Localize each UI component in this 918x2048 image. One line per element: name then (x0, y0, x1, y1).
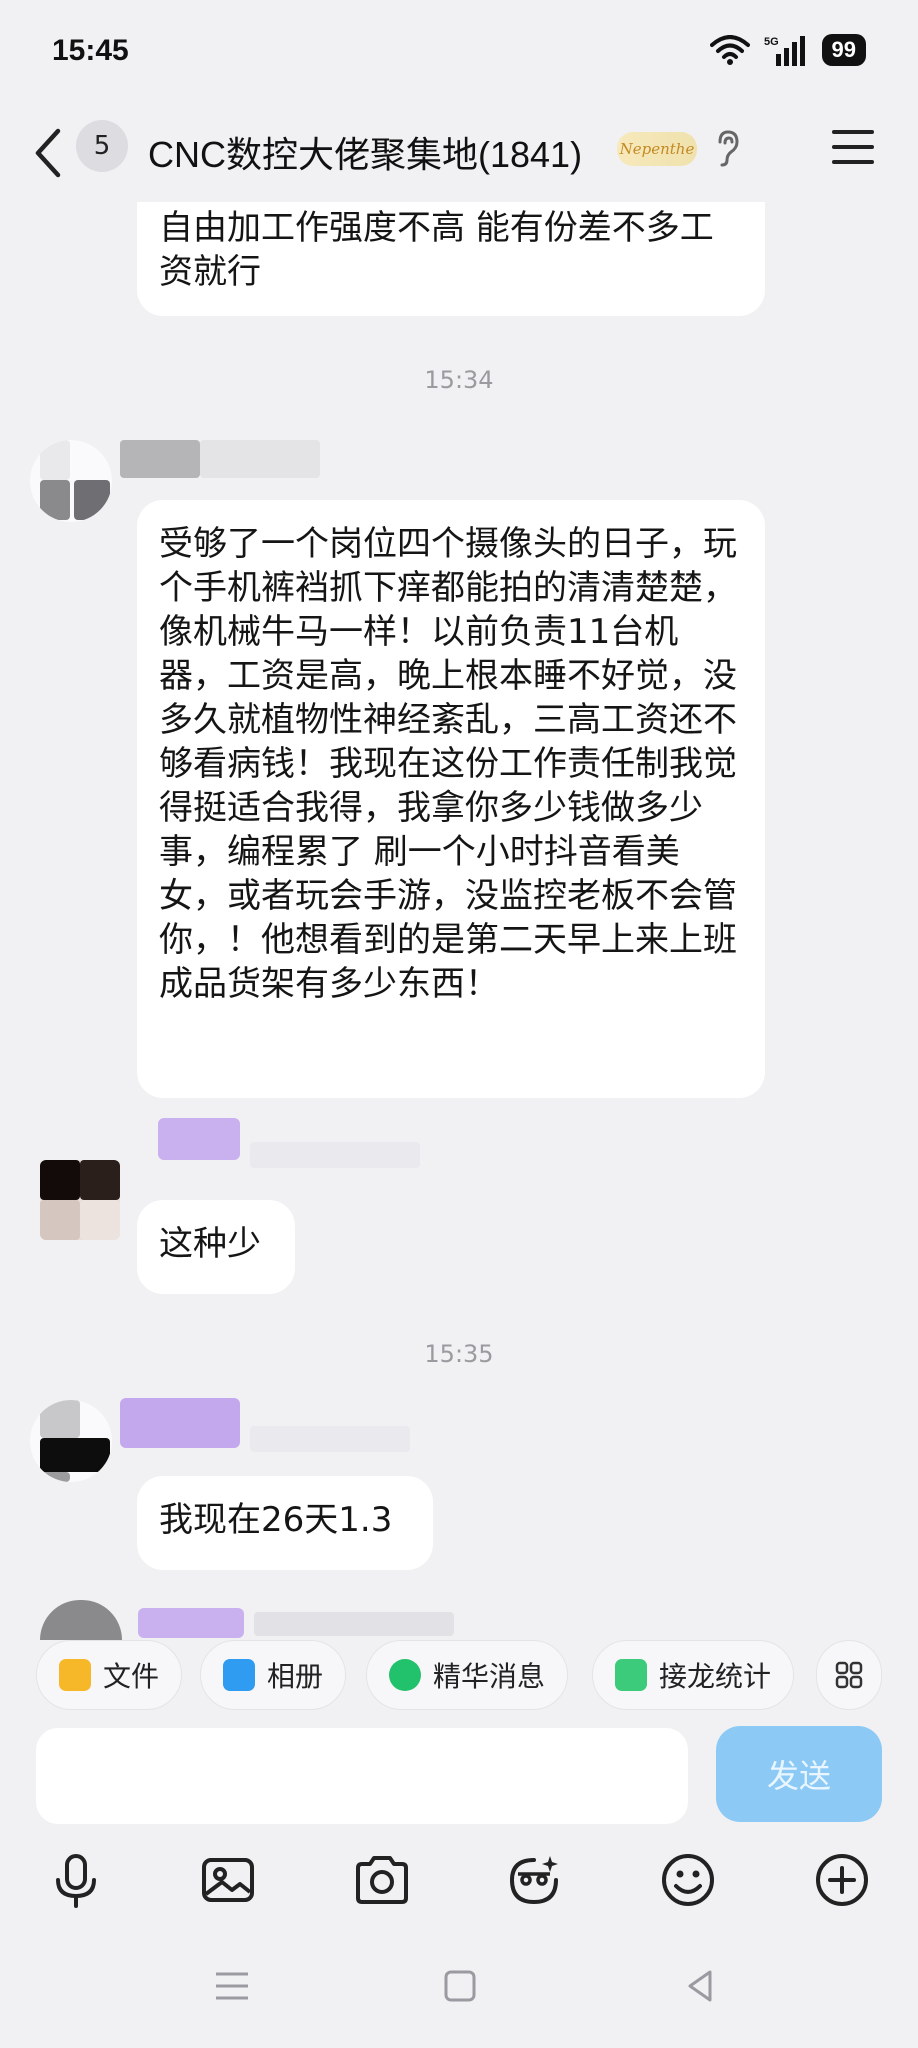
chip-label: 相册 (267, 1660, 324, 1693)
message-text: 这种少 (159, 1224, 261, 1264)
sender-name-blurred (250, 1142, 420, 1168)
relay-stats-icon (615, 1659, 647, 1691)
nepenthe-badge: Nepenthe (617, 132, 697, 166)
status-bar: 15:45 5G 99 (0, 0, 918, 105)
highlights-chip[interactable]: 精华消息 (366, 1640, 569, 1710)
menu-icon[interactable] (832, 128, 874, 166)
timestamp: 15:34 (424, 366, 494, 394)
unread-count-badge[interactable]: 5 (76, 120, 128, 172)
sender-name-blurred (254, 1612, 454, 1636)
star-icon (389, 1659, 421, 1691)
avatar[interactable] (30, 440, 112, 522)
battery-indicator: 99 (821, 34, 866, 66)
sticker-face-icon[interactable] (504, 1850, 564, 1910)
sender-name-blurred (120, 1398, 240, 1448)
message-bubble: 这种少 (137, 1200, 295, 1294)
nav-menu-icon[interactable] (214, 1968, 250, 2004)
message-input[interactable] (36, 1728, 688, 1824)
chip-label: 文件 (103, 1660, 160, 1693)
send-button[interactable]: 发送 (716, 1726, 882, 1822)
folder-icon (59, 1659, 91, 1691)
avatar[interactable] (40, 1600, 122, 1640)
svg-text:5G: 5G (764, 36, 779, 48)
sender-name-blurred (120, 440, 200, 478)
chip-label: 接龙统计 (659, 1660, 772, 1693)
group-title[interactable]: CNC数控大佬聚集地(1841) (148, 126, 582, 178)
avatar[interactable] (40, 1160, 120, 1240)
wifi-icon (709, 35, 750, 65)
plus-icon[interactable] (812, 1850, 872, 1910)
image-icon (223, 1659, 255, 1691)
message-bubble: 自由加工作强度不高 能有份差不多工资就行 (137, 202, 765, 316)
quick-action-bar: 文件 相册 精华消息 接龙统计 (0, 1640, 918, 1716)
microphone-icon[interactable] (46, 1850, 106, 1910)
ear-icon[interactable] (712, 128, 742, 168)
file-chip[interactable]: 文件 (36, 1640, 183, 1710)
grid-icon (835, 1661, 863, 1689)
album-chip[interactable]: 相册 (200, 1640, 347, 1710)
camera-icon[interactable] (352, 1850, 412, 1910)
emoji-icon[interactable] (658, 1850, 718, 1910)
message-text: 自由加工作强度不高 能有份差不多工资就行 (159, 208, 714, 292)
status-indicators: 5G 99 (709, 34, 866, 66)
nav-home-icon[interactable] (442, 1968, 478, 2004)
sender-name-blurred (158, 1118, 240, 1160)
avatar[interactable] (30, 1400, 112, 1482)
back-arrow-icon[interactable] (30, 125, 66, 181)
message-text: 受够了一个岗位四个摄像头的日子，玩个手机裤裆抓下痒都能拍的清清楚楚，像机械牛马一… (159, 524, 737, 1004)
message-text: 我现在26天1.3 (159, 1500, 393, 1540)
sender-name-blurred (200, 440, 320, 478)
message-bubble: 我现在26天1.3 (137, 1476, 433, 1570)
sender-name-blurred (250, 1426, 410, 1452)
status-time: 15:45 (52, 34, 129, 67)
message-bubble: 受够了一个岗位四个摄像头的日子，玩个手机裤裆抓下痒都能拍的清清楚楚，像机械牛马一… (137, 500, 765, 1098)
timestamp: 15:35 (424, 1340, 494, 1368)
relay-chip[interactable]: 接龙统计 (592, 1640, 795, 1710)
sender-name-blurred (138, 1608, 244, 1638)
image-icon[interactable] (198, 1850, 258, 1910)
more-apps-chip[interactable] (816, 1640, 882, 1710)
signal-icon: 5G (764, 36, 805, 66)
chip-label: 精华消息 (433, 1660, 546, 1693)
nav-back-icon[interactable] (680, 1968, 720, 2004)
